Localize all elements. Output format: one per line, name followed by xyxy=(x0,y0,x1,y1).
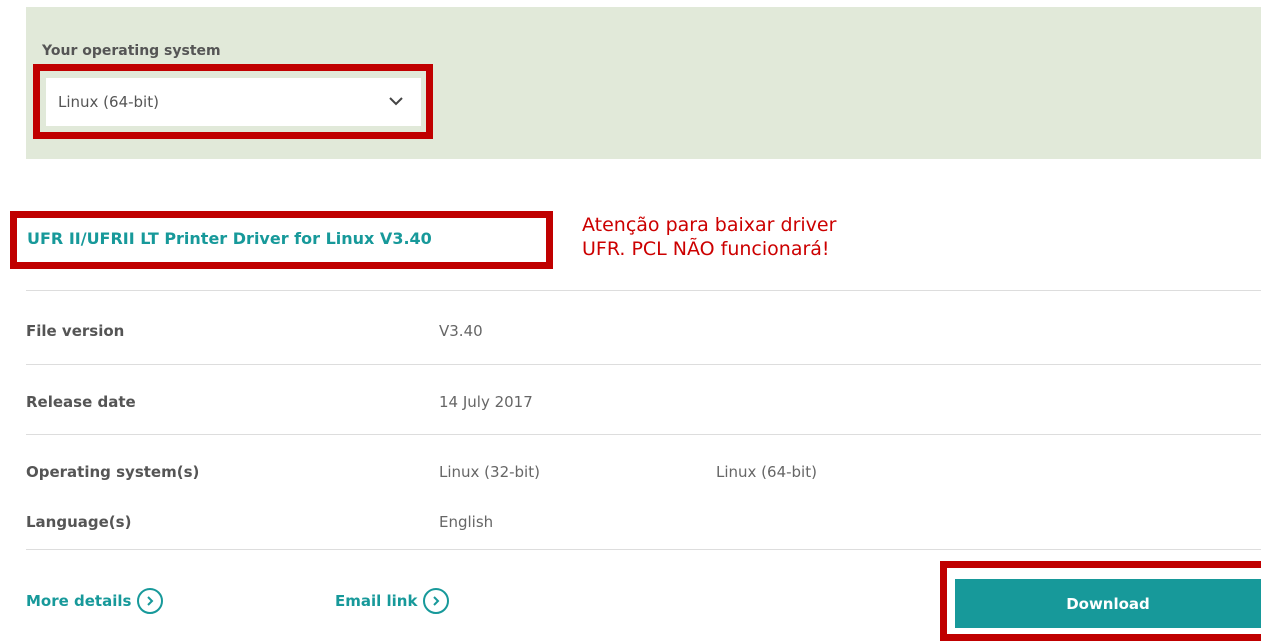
annotation-line-2: UFR. PCL NÃO funcionará! xyxy=(582,238,830,260)
file-version-label: File version xyxy=(26,322,125,340)
divider xyxy=(26,364,1261,365)
os-list-value-2: Linux (64-bit) xyxy=(716,463,817,481)
highlight-box-os xyxy=(33,64,433,139)
annotation-line-1: Atenção para baixar driver xyxy=(582,214,837,236)
language-value: English xyxy=(439,513,494,531)
language-label: Language(s) xyxy=(26,513,132,531)
highlight-box-driver xyxy=(10,211,553,269)
os-list-value-1: Linux (32-bit) xyxy=(439,463,540,481)
email-link[interactable]: Email link xyxy=(335,588,450,614)
divider xyxy=(26,549,1261,550)
annotation-note: Atenção para baixar driver UFR. PCL NÃO … xyxy=(582,213,836,261)
more-details-link[interactable]: More details xyxy=(26,588,164,614)
email-link-label: Email link xyxy=(335,592,418,610)
more-details-label: More details xyxy=(26,592,132,610)
release-date-label: Release date xyxy=(26,393,136,411)
highlight-box-download xyxy=(940,561,1261,641)
os-label: Your operating system xyxy=(42,43,221,59)
file-version-value: V3.40 xyxy=(439,322,483,340)
divider xyxy=(26,434,1261,435)
chevron-right-icon xyxy=(423,588,450,614)
release-date-value: 14 July 2017 xyxy=(439,393,533,411)
divider xyxy=(26,290,1261,291)
chevron-right-icon xyxy=(137,588,164,614)
os-list-label: Operating system(s) xyxy=(26,463,200,481)
